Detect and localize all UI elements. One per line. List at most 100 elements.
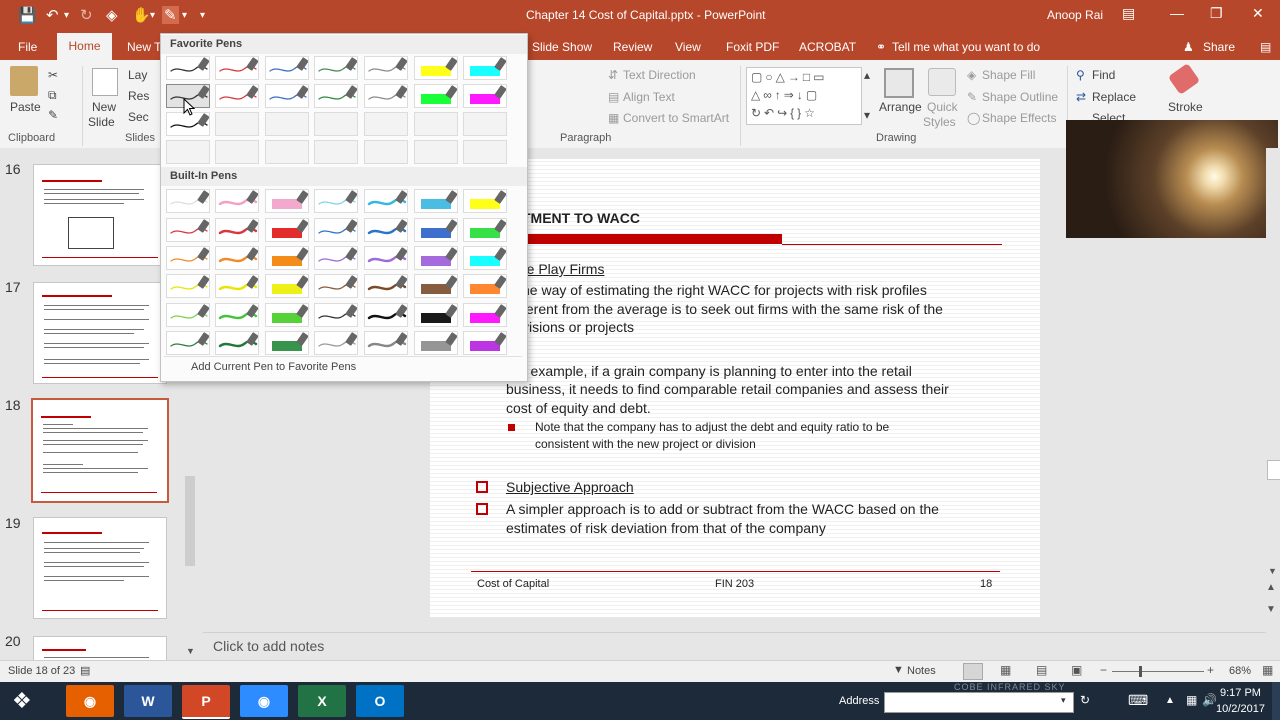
reset-button[interactable]: Res <box>128 89 149 103</box>
zoom-slider[interactable] <box>1112 671 1204 672</box>
builtin-pen-swatch[interactable] <box>265 331 309 355</box>
address-dropdown-icon[interactable]: ▾ <box>1061 695 1066 706</box>
notes-pane[interactable] <box>203 632 1266 661</box>
zoom-out-icon[interactable]: − <box>1100 663 1107 677</box>
tab-review[interactable]: Review <box>613 40 652 54</box>
shape-outline-button[interactable]: Shape Outline <box>982 90 1058 104</box>
paste-button[interactable]: Paste <box>10 100 41 114</box>
builtin-pen-swatch[interactable] <box>414 218 458 242</box>
empty-pen-slot[interactable] <box>166 140 210 164</box>
convert-smartart-button[interactable]: Convert to SmartArt <box>623 111 729 125</box>
align-text-button[interactable]: Align Text <box>623 90 675 104</box>
tab-acrobat[interactable]: ACROBAT <box>799 40 856 54</box>
windows-start-icon[interactable]: ❖ <box>12 688 32 714</box>
builtin-pen-swatch[interactable] <box>265 189 309 213</box>
builtin-pen-swatch[interactable] <box>463 189 507 213</box>
builtin-pen-swatch[interactable] <box>314 331 358 355</box>
builtin-pen-swatch[interactable] <box>215 218 259 242</box>
copy-icon[interactable]: ⧉ <box>48 88 57 103</box>
empty-pen-slot[interactable] <box>364 112 408 136</box>
next-slide-icon[interactable]: ▼ <box>1266 604 1276 615</box>
layout-button[interactable]: Lay <box>128 68 147 82</box>
favorite-pen-swatch[interactable] <box>364 56 408 80</box>
empty-pen-slot[interactable] <box>463 140 507 164</box>
slide-scroll-thumb[interactable] <box>1267 460 1280 480</box>
zoom-slider-thumb[interactable] <box>1139 666 1142 677</box>
share-button[interactable]: Share <box>1203 40 1235 54</box>
empty-pen-slot[interactable] <box>314 112 358 136</box>
address-input[interactable] <box>884 692 1074 713</box>
outlook-icon[interactable]: O <box>356 685 404 717</box>
builtin-pen-swatch[interactable] <box>166 331 210 355</box>
shapes-scroll-up-icon[interactable]: ▴ <box>864 68 870 82</box>
builtin-pen-swatch[interactable] <box>265 218 309 242</box>
empty-pen-slot[interactable] <box>265 112 309 136</box>
empty-pen-slot[interactable] <box>463 112 507 136</box>
tab-file[interactable]: File <box>18 40 37 54</box>
builtin-pen-swatch[interactable] <box>364 331 408 355</box>
new-slide-icon[interactable] <box>92 68 118 96</box>
builtin-pen-swatch[interactable] <box>215 331 259 355</box>
arrange-button[interactable]: Arrange <box>879 100 922 114</box>
notes-placeholder[interactable]: Click to add notes <box>213 638 324 654</box>
arrange-icon[interactable] <box>884 68 914 98</box>
favorite-pen-swatch[interactable] <box>364 84 408 108</box>
slide-thumbnail-18-selected[interactable] <box>31 398 169 503</box>
maximize-icon[interactable]: ❐ <box>1210 5 1223 22</box>
builtin-pen-swatch[interactable] <box>463 303 507 327</box>
spellcheck-icon[interactable]: ▤ <box>80 664 90 677</box>
shape-fill-button[interactable]: Shape Fill <box>982 68 1035 82</box>
slide-sorter-icon[interactable]: ▦ <box>1000 663 1011 677</box>
builtin-pen-swatch[interactable] <box>314 303 358 327</box>
find-button[interactable]: Find <box>1092 68 1115 82</box>
undo-dropdown-icon[interactable]: ▾ <box>64 10 69 21</box>
builtin-pen-swatch[interactable] <box>215 303 259 327</box>
tell-me-search[interactable]: Tell me what you want to do <box>892 40 1040 54</box>
slide-thumbnail-16[interactable] <box>33 164 167 266</box>
favorite-pen-swatch[interactable] <box>265 56 309 80</box>
text-direction-button[interactable]: Text Direction <box>623 68 696 82</box>
empty-pen-slot[interactable] <box>314 140 358 164</box>
normal-view-icon[interactable] <box>963 663 983 680</box>
word-icon[interactable]: W <box>124 685 172 717</box>
builtin-pen-swatch[interactable] <box>166 246 210 270</box>
builtin-pen-swatch[interactable] <box>166 303 210 327</box>
empty-pen-slot[interactable] <box>215 112 259 136</box>
slide-thumbnail-20[interactable] <box>33 636 167 661</box>
builtin-pen-swatch[interactable] <box>314 274 358 298</box>
tab-slide-show[interactable]: Slide Show <box>532 40 592 54</box>
zoom-in-icon[interactable]: + <box>1207 663 1214 677</box>
builtin-pen-swatch[interactable] <box>463 218 507 242</box>
reading-view-icon[interactable]: ▤ <box>1036 663 1047 677</box>
builtin-pen-swatch[interactable] <box>414 246 458 270</box>
tab-new-truncated[interactable]: New T <box>127 40 161 54</box>
section-button[interactable]: Sec <box>128 110 149 124</box>
scroll-down-icon[interactable]: ▼ <box>1268 566 1277 576</box>
pens-dropdown-icon[interactable]: ▾ <box>182 10 187 21</box>
share-icon[interactable]: ♟ <box>1183 40 1194 54</box>
builtin-pen-swatch[interactable] <box>414 303 458 327</box>
builtin-pen-swatch[interactable] <box>414 274 458 298</box>
new-slide-label-2[interactable]: Slide <box>88 115 115 129</box>
builtin-pen-swatch[interactable] <box>265 303 309 327</box>
favorite-pen-swatch[interactable] <box>463 84 507 108</box>
builtin-pen-swatch[interactable] <box>215 274 259 298</box>
shape-effects-button[interactable]: Shape Effects <box>982 111 1057 125</box>
touch-mode-icon[interactable]: ✋ <box>132 6 151 24</box>
previous-slide-icon[interactable]: ▲ <box>1266 582 1276 593</box>
address-go-icon[interactable]: ↻ <box>1080 693 1090 707</box>
slide-scrollbar[interactable] <box>1266 148 1280 578</box>
favorite-pen-swatch[interactable] <box>215 84 259 108</box>
user-name[interactable]: Anoop Rai <box>1047 8 1103 22</box>
collapse-ribbon-icon[interactable]: ▤ <box>1260 40 1271 54</box>
save-icon[interactable]: 💾 <box>18 6 37 24</box>
stroke-eraser-button[interactable]: Stroke <box>1168 100 1203 114</box>
replace-button[interactable]: Replace <box>1092 90 1136 104</box>
favorite-pen-swatch[interactable] <box>314 56 358 80</box>
clock-time[interactable]: 9:17 PM <box>1220 687 1261 699</box>
favorite-pen-swatch[interactable] <box>215 56 259 80</box>
builtin-pen-swatch[interactable] <box>314 189 358 213</box>
builtin-pen-swatch[interactable] <box>215 246 259 270</box>
favorite-pen-swatch[interactable] <box>414 84 458 108</box>
new-slide-label-1[interactable]: New <box>92 100 116 114</box>
